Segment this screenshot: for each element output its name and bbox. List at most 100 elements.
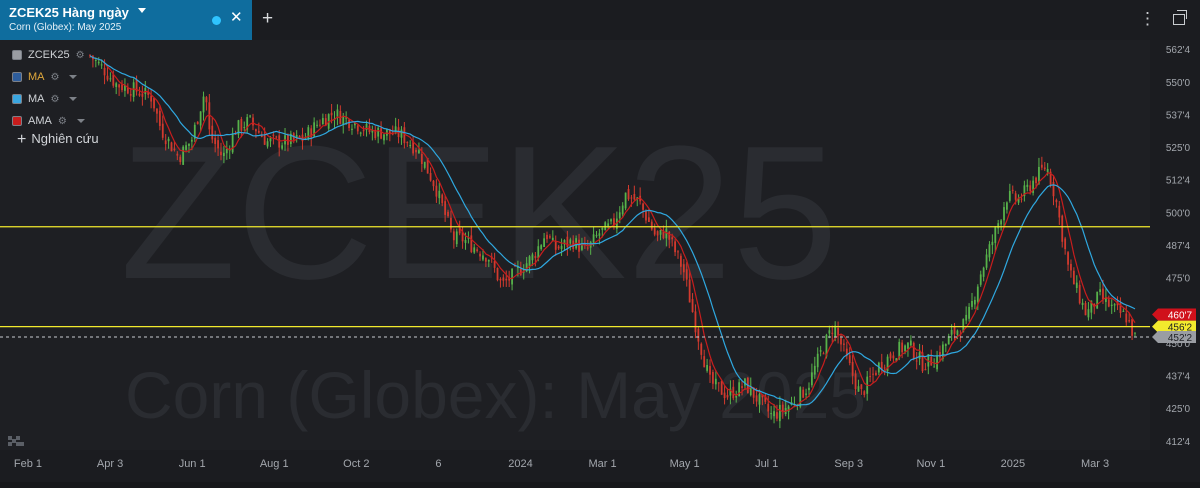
candle-body: [1026, 184, 1029, 187]
candle-body: [650, 221, 653, 230]
candle-body: [97, 61, 100, 64]
candle-body: [909, 340, 912, 346]
candle-body: [1046, 168, 1049, 173]
candle-body: [243, 127, 246, 129]
candle-body: [275, 136, 278, 138]
price-axis: [1150, 40, 1200, 488]
candle-body: [601, 227, 604, 230]
caret-down-icon[interactable]: [69, 97, 78, 101]
candle-body: [700, 343, 703, 355]
candle-body: [103, 67, 106, 76]
candle-body: [554, 240, 557, 250]
candle-body: [257, 130, 260, 133]
legend-swatch: [12, 50, 22, 60]
candle-body: [129, 94, 132, 96]
candle-body: [621, 205, 624, 215]
candle-body: [420, 154, 423, 165]
candle-body: [211, 125, 214, 140]
menu-icon[interactable]: ⋮: [1139, 10, 1156, 28]
watermark-name: Corn (Globex): May 2025: [125, 358, 866, 432]
add-tab-icon[interactable]: +: [262, 9, 273, 29]
legend-label: MA: [28, 71, 45, 83]
candle-body: [380, 128, 382, 139]
candle-body: [642, 203, 644, 210]
caret-down-icon[interactable]: [138, 8, 146, 13]
candle-body: [1113, 304, 1116, 306]
chart-tab[interactable]: ZCEK25 Hàng ngày Corn (Globex): May 2025…: [0, 0, 252, 40]
candle-body: [205, 97, 208, 103]
candle-body: [359, 132, 362, 134]
legend-item-zcek25[interactable]: ZCEK25 ⚙: [12, 44, 85, 66]
candle-body: [263, 135, 266, 145]
candle-body: [994, 227, 997, 243]
candle-body: [444, 201, 447, 215]
candle-body: [441, 194, 444, 204]
candle-body: [1006, 202, 1008, 210]
candle-body: [1084, 303, 1087, 316]
candle-body: [1131, 319, 1133, 336]
candle-body: [188, 143, 190, 146]
caret-down-icon[interactable]: [76, 119, 85, 123]
candle-body: [592, 234, 595, 243]
restore-window-icon[interactable]: [1173, 10, 1187, 25]
candle-body: [930, 356, 933, 366]
candle-body: [953, 326, 956, 334]
candle-body: [1043, 167, 1046, 170]
close-icon[interactable]: ✕: [230, 10, 243, 26]
candle-body: [997, 223, 1000, 229]
y-tick-label: 437'4: [1166, 372, 1191, 383]
candle-body: [688, 279, 691, 303]
x-tick-label: Sep 3: [834, 458, 863, 470]
candle-body: [1075, 282, 1078, 289]
candle-body: [403, 127, 406, 144]
candle-body: [176, 153, 179, 156]
legend-swatch: [12, 116, 22, 126]
candle-body: [892, 355, 895, 359]
candle-body: [167, 138, 170, 142]
caret-down-icon[interactable]: [69, 75, 78, 79]
candle-body: [630, 197, 633, 199]
legend-item-ama[interactable]: AMA ⚙: [12, 110, 85, 132]
legend-swatch: [12, 72, 22, 82]
candle-body: [1072, 270, 1075, 285]
legend-item-ma[interactable]: MA ⚙: [12, 66, 85, 88]
candle-body: [409, 144, 412, 147]
candle-body: [802, 389, 805, 398]
candle-body: [781, 404, 784, 412]
candle-body: [118, 84, 121, 88]
candle-body: [511, 268, 513, 285]
candle-body: [1107, 299, 1110, 307]
price-chart[interactable]: ZCEK25 Corn (Globex): May 2025 562'4 550'0 5…: [0, 40, 1200, 488]
candle-body: [857, 386, 860, 392]
candle-body: [819, 350, 822, 352]
candle-body: [1052, 182, 1055, 197]
candle-body: [1029, 185, 1032, 192]
candle-body: [356, 125, 359, 132]
x-tick-label: 2024: [508, 458, 532, 470]
candle-body: [278, 135, 281, 148]
legend-item-ma-2[interactable]: MA ⚙: [12, 88, 85, 110]
candle-body: [423, 161, 426, 168]
live-dot-icon: [212, 16, 221, 25]
candle-body: [723, 392, 726, 399]
gear-icon[interactable]: ⚙: [76, 50, 85, 61]
candle-body: [546, 234, 548, 240]
candle-body: [1020, 198, 1023, 200]
gear-icon[interactable]: ⚙: [58, 116, 67, 127]
price-badge-label: 460'7: [1168, 311, 1193, 322]
y-tick-label: 475'0: [1166, 274, 1191, 285]
candle-body: [557, 246, 560, 249]
candle-body: [1070, 263, 1072, 271]
y-tick-label: 512'4: [1166, 176, 1191, 187]
candle-body: [185, 145, 187, 150]
candle-body: [624, 192, 627, 209]
gear-icon[interactable]: ⚙: [51, 94, 60, 105]
x-tick-label: Aug 1: [260, 458, 289, 470]
candle-body: [979, 274, 982, 285]
gear-icon[interactable]: ⚙: [51, 72, 60, 83]
add-study-button[interactable]: + Nghiên cứu: [17, 130, 99, 148]
candle-body: [1000, 220, 1003, 225]
candle-body: [851, 361, 854, 376]
candle-body: [383, 134, 385, 141]
candle-body: [432, 180, 435, 187]
